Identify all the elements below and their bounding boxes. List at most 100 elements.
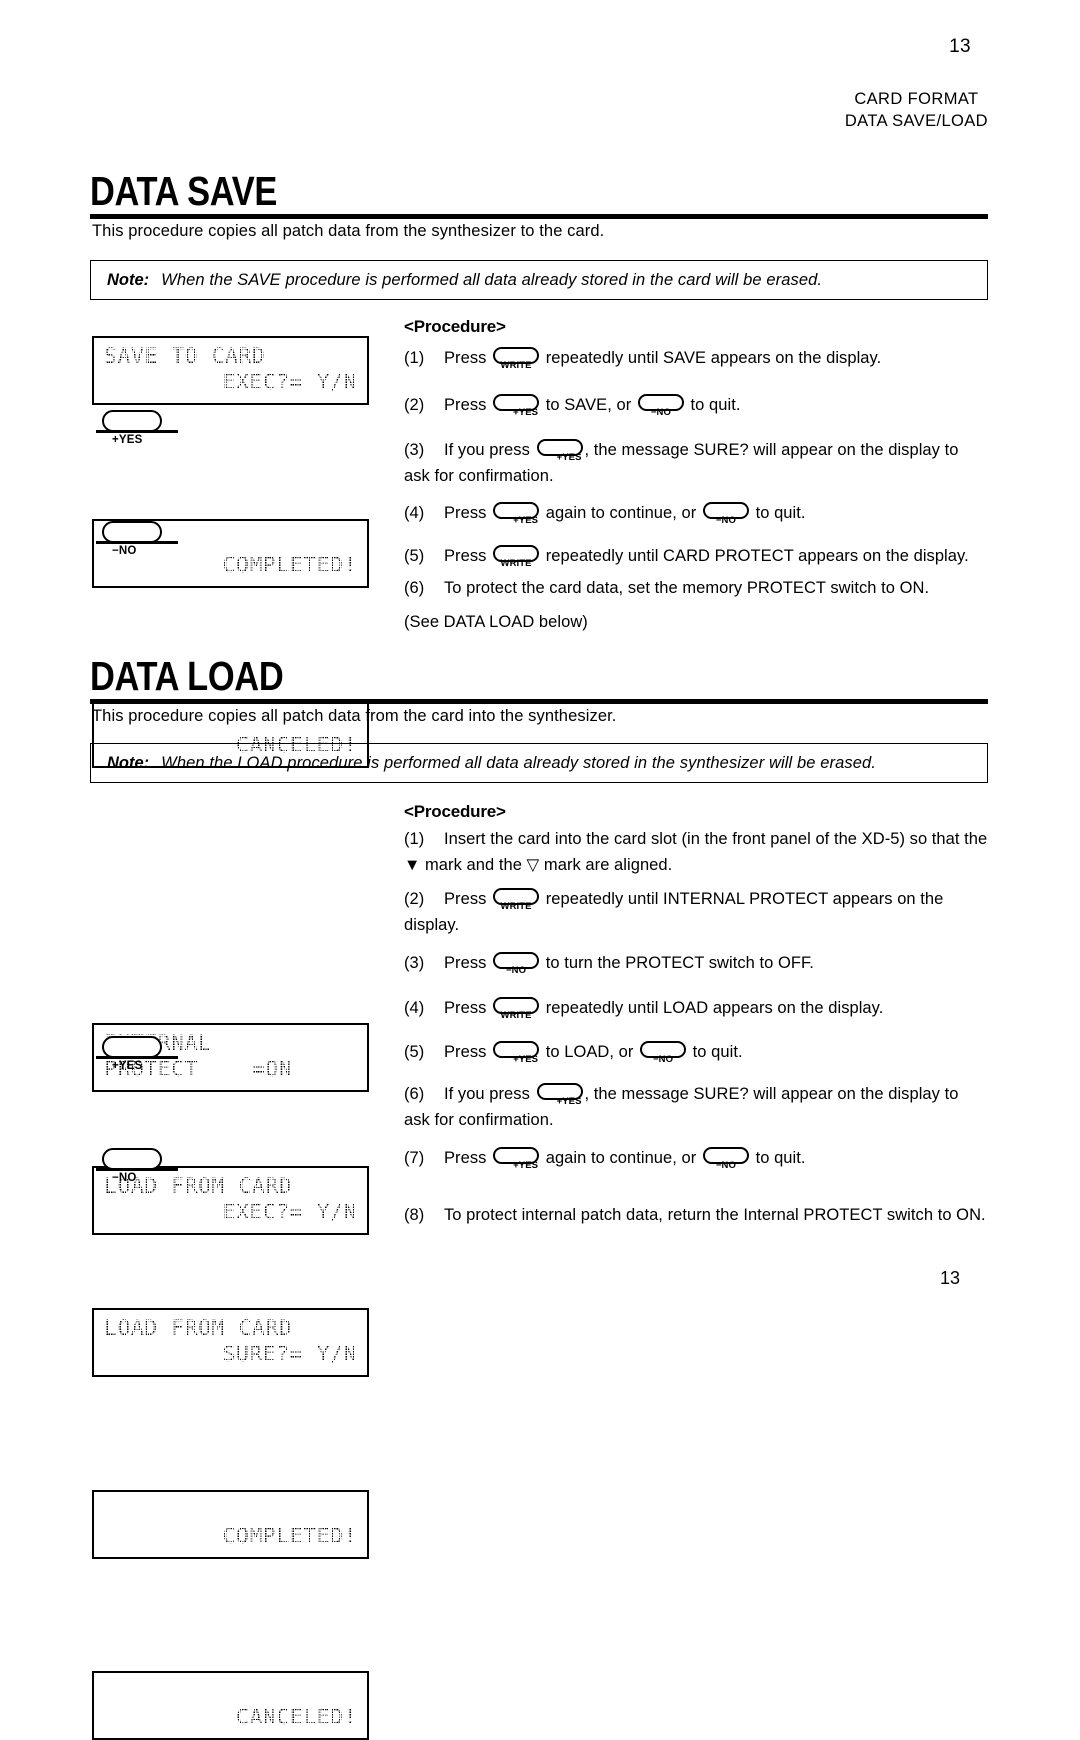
- step-body: Press +YES to SAVE, or −NO to quit.: [444, 394, 740, 418]
- inline-button-minus-no[interactable]: −NO: [702, 1147, 749, 1171]
- lcd-line-2: COMPLETED!: [104, 1524, 357, 1550]
- button-label: +YES: [513, 1054, 539, 1065]
- inline-button-plus-yes[interactable]: +YES: [493, 1147, 540, 1171]
- step-save-5: (5) Press WRITE repeatedly until CARD PR…: [404, 543, 988, 569]
- step-number: (3): [404, 954, 425, 972]
- note-label: Note:: [107, 270, 150, 289]
- button-pill: [102, 521, 162, 543]
- step-text-mid: repeatedly until LOAD appears on the dis…: [545, 999, 884, 1017]
- lcd-line-1: LOAD FROM CARD: [104, 1316, 357, 1342]
- step-number: (2): [404, 396, 425, 414]
- button-underline: [96, 430, 178, 433]
- step-text-pre: Press: [444, 954, 487, 972]
- lcd-line-1: [104, 1498, 357, 1524]
- page-number-bottom: 13: [939, 1268, 961, 1288]
- button-underline: [96, 1168, 178, 1171]
- step-number: (1): [404, 830, 425, 848]
- lcd-save-to-card: SAVE TO CARD EXEC?= Y/N: [92, 336, 369, 405]
- note-box-data-load: Note: When the LOAD procedure is perform…: [90, 743, 988, 783]
- step-load-3: (3) Press −NO to turn the PROTECT switch…: [404, 950, 988, 976]
- button-plus-yes-load[interactable]: +YES: [96, 1036, 188, 1072]
- step-number: (2): [404, 890, 425, 908]
- inline-button-plus-yes[interactable]: +YES: [536, 439, 583, 463]
- button-label: −NO: [112, 1171, 137, 1184]
- button-label: WRITE: [500, 1010, 532, 1021]
- inline-button-minus-no[interactable]: −NO: [637, 394, 684, 418]
- inline-button-minus-no[interactable]: −NO: [640, 1041, 687, 1065]
- button-label: −NO: [506, 965, 527, 976]
- step-text-pre: Press: [444, 1149, 487, 1167]
- step-body: If you press +YES , the message SURE? wi…: [404, 439, 958, 485]
- button-label: WRITE: [500, 558, 532, 569]
- step-save-2: (2) Press +YES to SAVE, or −NO to quit.: [404, 392, 988, 418]
- step-text-mid: To protect the card data, set the memory…: [444, 579, 930, 597]
- procedure-heading-load: <Procedure>: [404, 802, 506, 821]
- button-underline: [96, 541, 178, 544]
- step-text-pre: If you press: [444, 1085, 530, 1103]
- step-text-mid: again to continue, or: [545, 504, 697, 522]
- step-number: (4): [404, 504, 425, 522]
- step-load-5: (5) Press +YES to LOAD, or −NO to quit.: [404, 1039, 988, 1065]
- step-load-7: (7) Press +YES again to continue, or −NO…: [404, 1145, 988, 1171]
- step-number: (6): [404, 579, 425, 597]
- button-label: +YES: [112, 1059, 143, 1072]
- inline-button-minus-no[interactable]: −NO: [493, 952, 540, 976]
- inline-button-plus-yes[interactable]: +YES: [493, 1041, 540, 1065]
- step-text-mid: again to continue, or: [545, 1149, 697, 1167]
- button-label: +YES: [513, 515, 539, 526]
- step-text-pre: Press: [444, 999, 487, 1017]
- lcd-line-2: CANCELED!: [104, 1705, 357, 1731]
- step-body: Press WRITE repeatedly until SAVE appear…: [444, 347, 882, 371]
- step-load-1: (1) Insert the card into the card slot (…: [404, 826, 988, 878]
- button-pill: [102, 1148, 162, 1170]
- button-minus-no-save-1[interactable]: −NO: [96, 521, 188, 557]
- button-plus-yes-save-1[interactable]: +YES: [96, 410, 188, 446]
- step-number: (4): [404, 999, 425, 1017]
- button-pill: [102, 1036, 162, 1058]
- step-body: Press WRITE repeatedly until LOAD appear…: [444, 997, 884, 1021]
- page-number-top: 13: [949, 36, 971, 57]
- button-pill: [102, 410, 162, 432]
- step-number: (6): [404, 1085, 425, 1103]
- lcd-load-completed: COMPLETED!: [92, 1490, 369, 1559]
- step-number: (5): [404, 1043, 425, 1061]
- step-save-4: (4) Press +YES again to continue, or −NO…: [404, 500, 988, 526]
- inline-button-write[interactable]: WRITE: [493, 888, 540, 912]
- section-intro-data-save: This procedure copies all patch data fro…: [92, 222, 605, 240]
- lcd-load-from-card-sure: LOAD FROM CARD SURE?= Y/N: [92, 1308, 369, 1377]
- section-title-data-save: DATA SAVE: [90, 168, 278, 214]
- lcd-line-1: SAVE TO CARD: [104, 344, 357, 370]
- header-line-card-format: CARD FORMAT: [854, 90, 979, 108]
- button-label: −NO: [652, 1054, 674, 1065]
- step-text-pre: Press: [444, 396, 487, 414]
- step-text-pre: Press: [444, 547, 487, 565]
- lcd-load-canceled: CANCELED!: [92, 1671, 369, 1740]
- step-body: Press WRITE repeatedly until INTERNAL PR…: [404, 888, 943, 934]
- note-text: When the LOAD procedure is performed all…: [161, 753, 876, 772]
- step-text-pre: Press: [444, 349, 487, 367]
- inline-button-plus-yes[interactable]: +YES: [493, 502, 540, 526]
- inline-button-write[interactable]: WRITE: [493, 545, 540, 569]
- step-body: To protect the card data, set the memory…: [404, 579, 988, 635]
- inline-button-minus-no[interactable]: −NO: [702, 502, 749, 526]
- inline-button-write[interactable]: WRITE: [493, 997, 540, 1021]
- step-body: If you press +YES , the message SURE? wi…: [404, 1083, 958, 1129]
- section-rule-data-load: [90, 699, 988, 704]
- section-intro-data-load: This procedure copies all patch data fro…: [92, 707, 617, 725]
- step-text-pre: Press: [444, 1043, 487, 1061]
- button-label: −NO: [715, 1160, 736, 1171]
- button-minus-no-load[interactable]: −NO: [96, 1148, 188, 1184]
- lcd-line-2: COMPLETED!: [104, 553, 357, 579]
- step-text-pre: Press: [444, 504, 487, 522]
- step-text-mid: to LOAD, or: [545, 1043, 634, 1061]
- inline-button-plus-yes[interactable]: +YES: [536, 1083, 583, 1107]
- step-body: Press +YES to LOAD, or −NO to quit.: [444, 1041, 743, 1065]
- step-text-post: to quit.: [692, 1043, 743, 1061]
- inline-button-write[interactable]: WRITE: [493, 347, 540, 371]
- step-text-extra: (See DATA LOAD below): [404, 613, 588, 631]
- lcd-line-1: [104, 1679, 357, 1705]
- step-number: (1): [404, 349, 425, 367]
- button-label: +YES: [556, 452, 582, 463]
- inline-button-plus-yes[interactable]: +YES: [493, 394, 540, 418]
- step-text-mid: repeatedly until SAVE appears on the dis…: [545, 349, 882, 367]
